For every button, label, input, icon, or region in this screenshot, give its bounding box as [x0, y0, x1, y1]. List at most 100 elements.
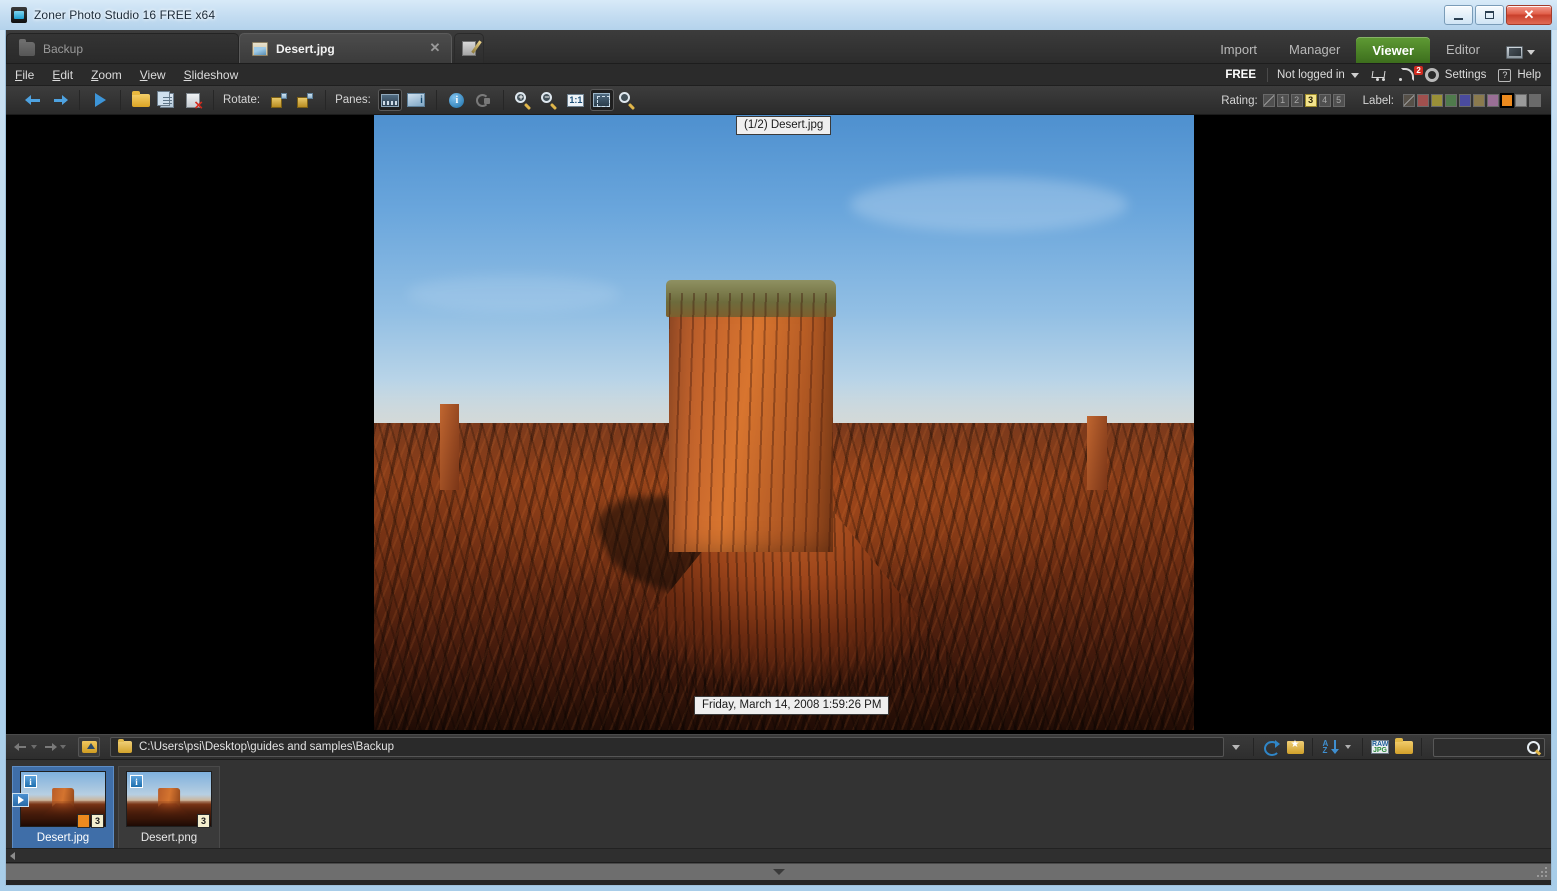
- label-swatch-orange[interactable]: [1500, 93, 1514, 108]
- minimize-button[interactable]: [1444, 5, 1473, 25]
- rotate-right-button[interactable]: [293, 89, 317, 111]
- tab-desert-jpg[interactable]: Desert.jpg ✕: [239, 33, 452, 63]
- label-swatch-red[interactable]: [1417, 94, 1429, 107]
- module-manager[interactable]: Manager: [1273, 35, 1356, 63]
- image-tooltip: (1/2) Desert.jpg: [736, 116, 832, 135]
- menu-view[interactable]: View: [131, 64, 175, 86]
- new-folder-button[interactable]: [1392, 736, 1416, 758]
- zoom-actual-size-button[interactable]: 1:1: [564, 89, 588, 111]
- title-bar: Zoner Photo Studio 16 FREE x64 ✕: [0, 0, 1557, 30]
- sort-button[interactable]: AZ: [1318, 736, 1342, 758]
- back-button[interactable]: [21, 89, 45, 111]
- path-input[interactable]: C:\Users\psi\Desktop\guides and samples\…: [110, 737, 1224, 757]
- image-date-overlay: Friday, March 14, 2008 1:59:26 PM: [694, 696, 890, 715]
- chevron-down-icon[interactable]: [60, 745, 66, 749]
- tab-close-icon[interactable]: ✕: [429, 41, 441, 54]
- rating-none[interactable]: [1262, 94, 1275, 107]
- settings-button[interactable]: Settings: [1419, 68, 1493, 82]
- thumbnail-desert-jpg[interactable]: i 3 Desert.jpg: [12, 766, 114, 851]
- search-input[interactable]: [1433, 737, 1545, 757]
- menu-bar-right: FREE Not logged in 2 Settings ? Help: [1221, 64, 1547, 86]
- zoom-fit-button[interactable]: [589, 89, 614, 111]
- label-swatch-purple[interactable]: [1487, 94, 1499, 107]
- image-viewer[interactable]: (1/2) Desert.jpg Friday, March 14, 2008 …: [6, 115, 1551, 734]
- account-menu[interactable]: Not logged in: [1271, 69, 1365, 81]
- open-in-editor-button[interactable]: [454, 33, 484, 63]
- application-window: Zoner Photo Studio 16 FREE x64 ✕ Backup …: [0, 0, 1557, 891]
- play-icon: [94, 93, 106, 107]
- screen-mode-button[interactable]: [1496, 46, 1545, 63]
- delete-button[interactable]: [181, 89, 205, 111]
- menu-bar: File Edit Zoom View Slideshow FREE Not l…: [6, 64, 1551, 86]
- menu-slideshow[interactable]: Slideshow: [175, 64, 248, 86]
- go-up-button[interactable]: [78, 737, 100, 757]
- rotate-right-icon: [297, 92, 314, 108]
- path-back-button[interactable]: [14, 742, 43, 752]
- maximize-button[interactable]: [1475, 5, 1504, 25]
- status-bar: [6, 863, 1551, 880]
- zoom-out-button[interactable]: −: [538, 89, 562, 111]
- rating-1[interactable]: 1: [1276, 94, 1289, 107]
- refresh-button[interactable]: [1259, 736, 1283, 758]
- menu-edit[interactable]: Edit: [43, 64, 82, 86]
- close-button[interactable]: ✕: [1506, 5, 1552, 25]
- slideshow-button[interactable]: [88, 89, 112, 111]
- displayed-image[interactable]: (1/2) Desert.jpg Friday, March 14, 2008 …: [374, 115, 1194, 730]
- label-swatch-darkgray[interactable]: [1529, 94, 1541, 107]
- label-swatch-green[interactable]: [1445, 94, 1457, 107]
- tab-backup[interactable]: Backup: [6, 33, 239, 63]
- question-mark-icon: ?: [1498, 68, 1512, 82]
- folder-up-icon: [81, 741, 97, 753]
- path-bar: C:\Users\psi\Desktop\guides and samples\…: [6, 734, 1551, 760]
- label-swatch-gray[interactable]: [1515, 94, 1527, 107]
- menu-slideshow-rest: lideshow: [191, 67, 239, 82]
- shop-button[interactable]: [1365, 69, 1392, 81]
- rating-4[interactable]: 4: [1318, 94, 1331, 107]
- rating-3[interactable]: 3: [1304, 94, 1317, 107]
- rotate-left-button[interactable]: [267, 89, 291, 111]
- menu-file[interactable]: File: [6, 64, 43, 86]
- sort-dropdown-icon[interactable]: [1345, 745, 1351, 749]
- resize-grip-icon[interactable]: [1536, 866, 1549, 879]
- forward-button[interactable]: [47, 89, 71, 111]
- thumbnail-desert-png[interactable]: i 3 Desert.png: [118, 766, 220, 851]
- path-forward-button[interactable]: [43, 742, 72, 752]
- sort-az-icon: AZ: [1323, 739, 1339, 755]
- copy-button[interactable]: [155, 89, 179, 111]
- label-swatch-blue[interactable]: [1459, 94, 1471, 107]
- tab-desert-jpg-label: Desert.jpg: [276, 41, 335, 56]
- raw-jpg-filter-button[interactable]: RAW JPG: [1368, 736, 1392, 758]
- path-dropdown-icon[interactable]: [1232, 744, 1240, 750]
- chevron-down-icon[interactable]: [31, 745, 37, 749]
- folder-icon: [19, 38, 35, 56]
- favorites-button[interactable]: [1283, 736, 1307, 758]
- notification-badge: 2: [1414, 65, 1423, 75]
- info-button[interactable]: i: [445, 89, 469, 111]
- zoom-out-icon: −: [541, 92, 558, 111]
- rating-5[interactable]: 5: [1332, 94, 1345, 107]
- module-viewer[interactable]: Viewer: [1356, 37, 1431, 63]
- open-button[interactable]: [129, 89, 153, 111]
- label-swatch-none[interactable]: [1403, 94, 1415, 107]
- zoom-in-button[interactable]: +: [512, 89, 536, 111]
- module-nav: Import Manager Viewer Editor: [1204, 35, 1545, 63]
- help-button[interactable]: ? Help: [1492, 68, 1547, 82]
- chevron-down-icon[interactable]: [772, 869, 785, 875]
- divider: [1253, 738, 1254, 756]
- notifications-button[interactable]: 2: [1392, 65, 1423, 82]
- filmstrip-scrollbar[interactable]: [6, 848, 1551, 862]
- panes-info-button[interactable]: [404, 89, 428, 111]
- module-import[interactable]: Import: [1204, 35, 1273, 63]
- divider: [1267, 68, 1268, 82]
- module-editor[interactable]: Editor: [1430, 35, 1496, 63]
- new-folder-icon: [1395, 737, 1413, 754]
- panes-filmstrip-button[interactable]: [377, 89, 402, 111]
- menu-zoom[interactable]: Zoom: [82, 64, 131, 86]
- rating-2[interactable]: 2: [1290, 94, 1303, 107]
- image-spire-right: [1087, 416, 1108, 491]
- zoom-last-button[interactable]: [616, 89, 640, 111]
- label-swatch-yellow[interactable]: [1431, 94, 1443, 107]
- rotate-left-icon: [271, 92, 288, 108]
- label-swatch-tan[interactable]: [1473, 94, 1485, 107]
- chevron-left-icon[interactable]: [6, 849, 19, 862]
